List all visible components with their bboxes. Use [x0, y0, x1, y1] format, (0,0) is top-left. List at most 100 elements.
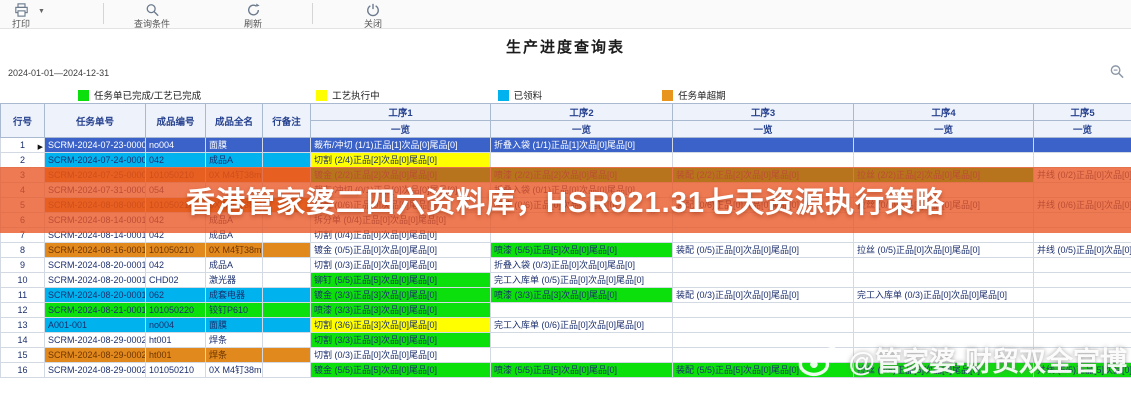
row-number-cell[interactable]: 14 [1, 333, 45, 348]
print-button[interactable]: 打印 [2, 1, 40, 30]
process-status-cell[interactable]: 切割 (2/4)正品[2]次品[0]尾品[0] [311, 153, 491, 168]
process-status-cell[interactable]: 镀金 (0/5)正品[0]次品[0]尾品[0] [311, 243, 491, 258]
process-status-cell[interactable]: 切割 (0/3)正品[0]次品[0]尾品[0] [311, 348, 491, 363]
process-status-cell[interactable]: 折叠入袋 (1/1)正品[1]次品[0]尾品[0] [491, 138, 673, 153]
product-number-cell[interactable]: 042 [146, 258, 206, 273]
row-number-cell[interactable]: 11 [1, 288, 45, 303]
row-number-cell[interactable]: 13 [1, 318, 45, 333]
row-remark-cell[interactable] [263, 348, 311, 363]
column-header[interactable]: 任务单号 [45, 104, 146, 138]
process-status-cell[interactable]: 镀金 (5/5)正品[5]次品[0]尾品[0] [311, 363, 491, 378]
process-status-cell[interactable] [491, 153, 673, 168]
process-status-cell[interactable] [1034, 303, 1131, 318]
product-number-cell[interactable]: 042 [146, 153, 206, 168]
product-name-cell[interactable]: 成品A [206, 258, 263, 273]
product-name-cell[interactable]: 成套电器 [206, 288, 263, 303]
process-subheader[interactable]: 一览 [673, 121, 854, 138]
process-status-cell[interactable]: 铆钉 (5/5)正品[5]次品[0]尾品[0] [311, 273, 491, 288]
table-row[interactable]: 10SCRM-2024-08-20-00014CHD02激光器铆钉 (5/5)正… [1, 273, 1131, 288]
process-status-cell[interactable] [491, 348, 673, 363]
process-status-cell[interactable] [673, 258, 854, 273]
table-row[interactable]: 12SCRM-2024-08-21-00017101050220铰钉P610喷漆… [1, 303, 1131, 318]
row-remark-cell[interactable] [263, 243, 311, 258]
process-status-cell[interactable] [1034, 153, 1131, 168]
process-status-cell[interactable]: 裁布/冲切 (1/1)正品[1]次品[0]尾品[0] [311, 138, 491, 153]
task-number-cell[interactable]: SCRM-2024-08-21-00017 [45, 303, 146, 318]
task-number-cell[interactable]: SCRM-2024-08-20-00013 [45, 258, 146, 273]
query-conditions-button[interactable]: 查询条件 [125, 1, 179, 30]
row-number-cell[interactable]: 8 [1, 243, 45, 258]
task-number-cell[interactable]: SCRM-2024-08-20-00016 [45, 288, 146, 303]
row-remark-cell[interactable] [263, 288, 311, 303]
process-status-cell[interactable] [491, 303, 673, 318]
process-column-header[interactable]: 工序3 [673, 104, 854, 121]
row-remark-cell[interactable] [263, 363, 311, 378]
process-status-cell[interactable] [854, 318, 1034, 333]
row-remark-cell[interactable] [263, 138, 311, 153]
process-status-cell[interactable] [1034, 138, 1131, 153]
process-status-cell[interactable] [1034, 318, 1131, 333]
task-number-cell[interactable]: SCRM-2024-08-16-00012 [45, 243, 146, 258]
process-status-cell[interactable] [673, 273, 854, 288]
row-remark-cell[interactable] [263, 318, 311, 333]
product-number-cell[interactable]: 101050210 [146, 363, 206, 378]
process-status-cell[interactable] [854, 153, 1034, 168]
process-status-cell[interactable] [673, 318, 854, 333]
process-status-cell[interactable]: 拉丝 (0/5)正品[0]次品[0]尾品[0] [854, 243, 1034, 258]
process-status-cell[interactable]: 并线 (0/5)正品[0]次品[0]尾品[0] [1034, 243, 1131, 258]
process-status-cell[interactable]: 装配 (0/5)正品[0]次品[0]尾品[0] [673, 243, 854, 258]
process-subheader[interactable]: 一览 [491, 121, 673, 138]
product-name-cell[interactable]: 0X M4钉38mm(2000) [206, 363, 263, 378]
task-number-cell[interactable]: A001-001 [45, 318, 146, 333]
process-status-cell[interactable] [673, 303, 854, 318]
table-row[interactable]: 2SCRM-2024-07-24-00002042成品A切割 (2/4)正品[2… [1, 153, 1131, 168]
task-number-cell[interactable]: SCRM-2024-08-29-00020 [45, 333, 146, 348]
production-progress-table[interactable]: 行号任务单号成品编号成品全名行备注工序1工序2工序3工序4工序5一览一览一览一览… [0, 103, 1131, 378]
product-number-cell[interactable]: 101050210 [146, 243, 206, 258]
task-number-cell[interactable]: SCRM-2024-07-24-00002 [45, 153, 146, 168]
product-name-cell[interactable]: 0X M4钉38mm(2000) [206, 243, 263, 258]
process-status-cell[interactable]: 装配 (0/3)正品[0]次品[0]尾品[0] [673, 288, 854, 303]
task-number-cell[interactable]: SCRM-2024-07-23-00001 [45, 138, 146, 153]
process-status-cell[interactable] [854, 273, 1034, 288]
row-number-cell[interactable]: 15 [1, 348, 45, 363]
process-status-cell[interactable] [491, 333, 673, 348]
row-number-cell[interactable]: 2 [1, 153, 45, 168]
product-name-cell[interactable]: 面膜 [206, 318, 263, 333]
process-status-cell[interactable]: 完工入库单 (0/5)正品[0]次品[0]尾品[0] [491, 273, 673, 288]
column-header[interactable]: 行号 [1, 104, 45, 138]
row-remark-cell[interactable] [263, 273, 311, 288]
process-status-cell[interactable] [673, 153, 854, 168]
product-name-cell[interactable]: 焊条 [206, 333, 263, 348]
process-status-cell[interactable]: 切割 (3/6)正品[3]次品[0]尾品[0] [311, 318, 491, 333]
print-dropdown-caret[interactable]: ▼ [38, 8, 45, 15]
process-status-cell[interactable]: 喷漆 (3/3)正品[3]次品[0]尾品[0] [491, 288, 673, 303]
product-number-cell[interactable]: ht001 [146, 333, 206, 348]
row-number-cell[interactable]: 10 [1, 273, 45, 288]
process-status-cell[interactable] [854, 303, 1034, 318]
product-name-cell[interactable]: 铰钉P610 [206, 303, 263, 318]
refresh-button[interactable]: 刷新 [232, 1, 274, 30]
row-remark-cell[interactable] [263, 333, 311, 348]
process-status-cell[interactable]: 完工入库单 (0/3)正品[0]次品[0]尾品[0] [854, 288, 1034, 303]
table-row[interactable]: 8SCRM-2024-08-16-000121010502100X M4钉38m… [1, 243, 1131, 258]
product-name-cell[interactable]: 焊条 [206, 348, 263, 363]
process-status-cell[interactable]: 喷漆 (5/5)正品[5]次品[0]尾品[0] [491, 363, 673, 378]
process-status-cell[interactable] [1034, 273, 1131, 288]
table-row[interactable]: 13A001-001no004面膜切割 (3/6)正品[3]次品[0]尾品[0]… [1, 318, 1131, 333]
process-subheader[interactable]: 一览 [854, 121, 1034, 138]
process-status-cell[interactable]: 切割 (3/3)正品[3]次品[0]尾品[0] [311, 333, 491, 348]
product-number-cell[interactable]: CHD02 [146, 273, 206, 288]
process-status-cell[interactable]: 镀金 (3/3)正品[3]次品[0]尾品[0] [311, 288, 491, 303]
process-status-cell[interactable]: 切割 (0/3)正品[0]次品[0]尾品[0] [311, 258, 491, 273]
row-number-cell[interactable]: 9 [1, 258, 45, 273]
row-remark-cell[interactable] [263, 258, 311, 273]
row-number-cell[interactable]: 1▶ [1, 138, 45, 153]
row-remark-cell[interactable] [263, 303, 311, 318]
process-status-cell[interactable] [854, 258, 1034, 273]
grid-search-icon[interactable] [1109, 64, 1125, 84]
process-column-header[interactable]: 工序2 [491, 104, 673, 121]
process-status-cell[interactable]: 折叠入袋 (0/3)正品[0]次品[0]尾品[0] [491, 258, 673, 273]
row-number-cell[interactable]: 16 [1, 363, 45, 378]
column-header[interactable]: 成品编号 [146, 104, 206, 138]
